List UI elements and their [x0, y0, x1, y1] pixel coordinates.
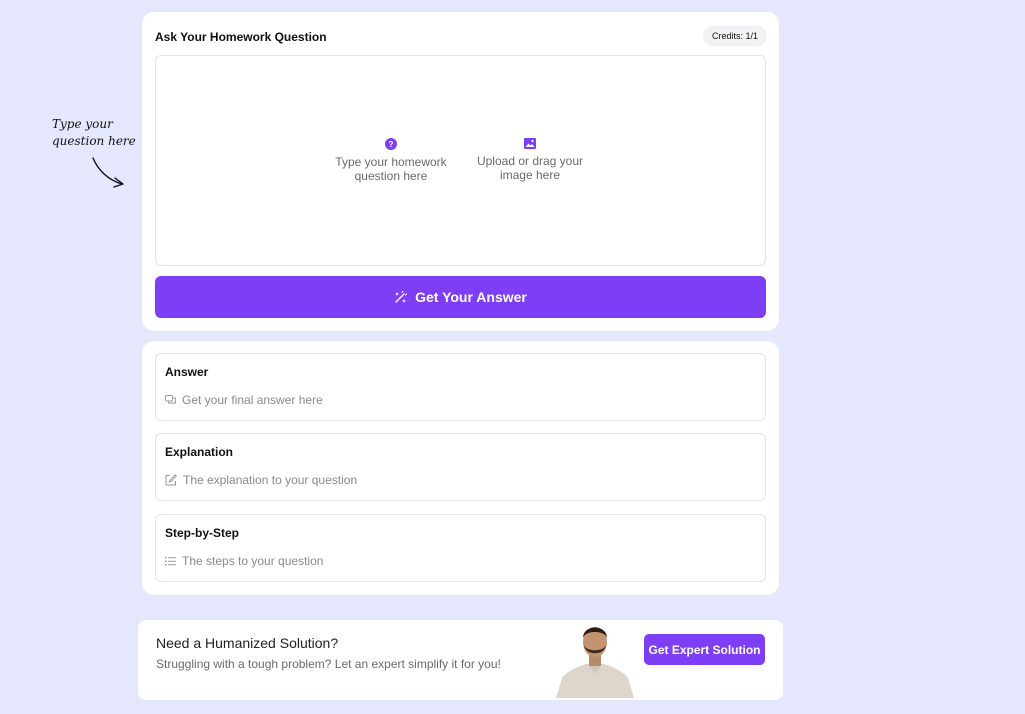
curved-arrow-icon	[92, 157, 124, 188]
answer-row: Get your final answer here	[165, 393, 323, 407]
explanation-placeholder: The explanation to your question	[183, 473, 358, 487]
steps-section: Step-by-Step The steps to your question	[155, 514, 766, 582]
explanation-row: The explanation to your question	[165, 473, 357, 487]
expert-banner: Need a Humanized Solution? Struggling wi…	[138, 620, 783, 700]
image-icon	[524, 138, 536, 149]
type-question-option[interactable]: ? Type your homework question here	[326, 138, 456, 183]
credits-badge: Credits: 1/1	[702, 26, 767, 46]
list-icon	[165, 557, 176, 566]
magic-wand-icon	[395, 290, 408, 303]
edit-icon	[165, 474, 177, 486]
get-answer-label: Get Your Answer	[415, 289, 527, 305]
results-card: Answer Get your final answer here Explan…	[142, 341, 779, 595]
explanation-section: Explanation The explanation to your ques…	[155, 433, 766, 501]
answer-section: Answer Get your final answer here	[155, 353, 766, 421]
ask-title: Ask Your Homework Question	[155, 30, 327, 44]
steps-placeholder: The steps to your question	[182, 554, 324, 568]
answer-placeholder: Get your final answer here	[182, 393, 323, 407]
upload-option-line-2: image here	[499, 168, 561, 182]
question-input-area[interactable]: ? Type your homework question here Uploa…	[155, 55, 766, 266]
answer-title: Answer	[165, 365, 209, 379]
type-option-line-2: question here	[354, 169, 428, 183]
steps-title: Step-by-Step	[165, 526, 240, 540]
handwritten-hint: Type your question here	[52, 116, 142, 150]
upload-image-option[interactable]: Upload or drag your image here	[465, 138, 595, 182]
get-expert-solution-button[interactable]: Get Expert Solution	[644, 634, 765, 665]
explanation-title: Explanation	[165, 445, 234, 459]
ask-question-card: Ask Your Homework Question Credits: 1/1 …	[142, 12, 779, 331]
expert-title: Need a Humanized Solution?	[156, 635, 339, 651]
type-option-line-1: Type your homework	[335, 155, 447, 169]
chat-icon	[165, 395, 176, 404]
get-answer-button[interactable]: Get Your Answer	[155, 276, 766, 318]
expert-description: Struggling with a tough problem? Let an …	[156, 657, 501, 671]
hint-line-2: question here	[52, 134, 136, 148]
svg-text:?: ?	[389, 140, 394, 149]
upload-option-line-1: Upload or drag your	[476, 154, 584, 168]
expert-avatar	[556, 627, 634, 698]
hint-line-1: Type your	[52, 117, 113, 131]
question-circle-icon: ?	[385, 138, 397, 150]
steps-row: The steps to your question	[165, 554, 323, 568]
